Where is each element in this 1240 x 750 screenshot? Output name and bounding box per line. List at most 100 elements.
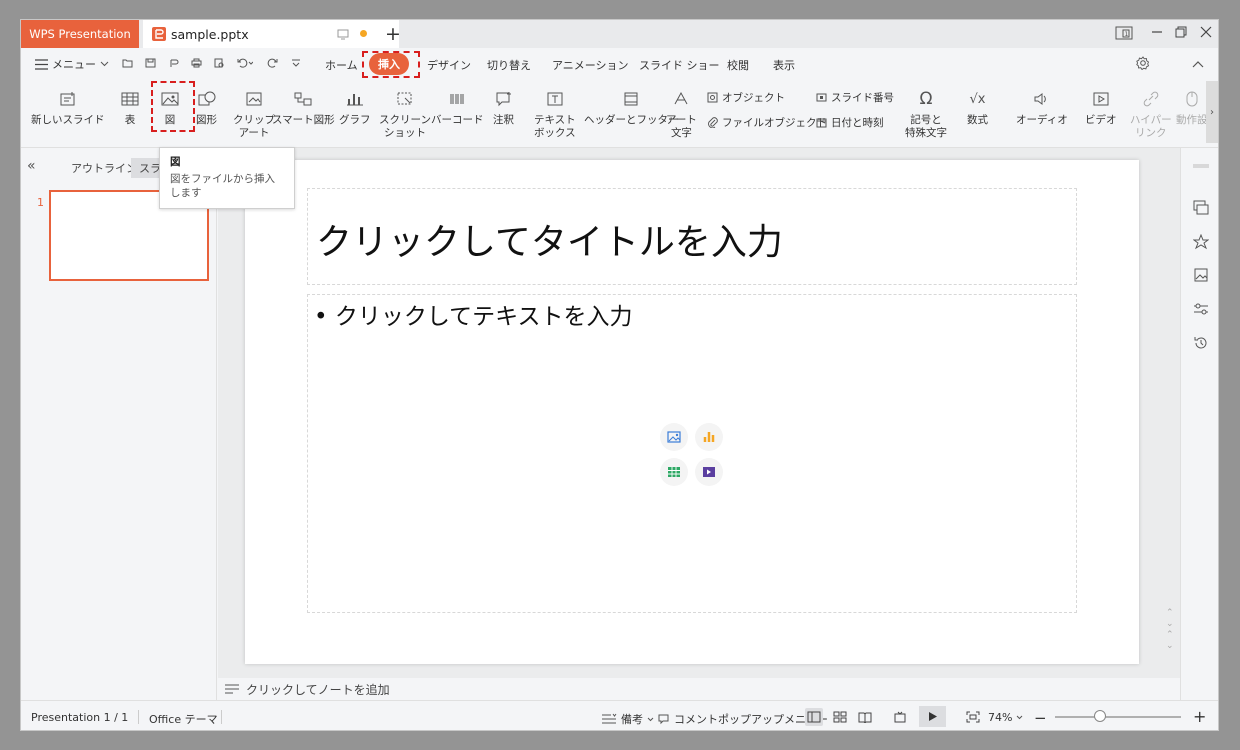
insert-chart-icon[interactable] xyxy=(695,423,723,451)
textbox-button[interactable]: テキスト ボックス xyxy=(534,88,576,140)
print-icon[interactable] xyxy=(191,58,202,71)
normal-view-icon[interactable] xyxy=(805,708,823,726)
clipart-button[interactable]: クリップ アート xyxy=(233,88,275,140)
presenter-tool-icon[interactable] xyxy=(891,708,909,726)
tooltip-body: 図をファイルから挿入します xyxy=(170,173,275,199)
table-button[interactable]: 表 xyxy=(121,88,139,127)
textbox-label-2: ボックス xyxy=(534,127,576,139)
tab-review[interactable]: 校閲 xyxy=(727,57,749,73)
open-icon[interactable] xyxy=(122,58,133,71)
art-text-label-1: アート xyxy=(666,114,697,126)
restore-icon[interactable] xyxy=(1175,26,1187,41)
symbol-button[interactable]: Ω 記号と 特殊文字 xyxy=(905,88,947,140)
slideshow-play-button[interactable] xyxy=(919,706,946,727)
tab-view[interactable]: 表示 xyxy=(773,57,795,73)
chart-button[interactable]: グラフ xyxy=(339,88,371,127)
presentation-status: Presentation 1 / 1 xyxy=(31,711,129,724)
zoom-out-button[interactable]: − xyxy=(1034,709,1047,727)
calendar-icon xyxy=(816,118,827,128)
video-button[interactable]: ビデオ xyxy=(1085,88,1117,127)
save-icon[interactable] xyxy=(145,58,156,71)
customize-toolbar-icon[interactable] xyxy=(291,58,301,71)
shape-button[interactable]: 図形 xyxy=(196,88,217,127)
hyperlink-button[interactable]: ハイパー リンク xyxy=(1130,88,1172,140)
minimize-icon[interactable] xyxy=(1151,26,1163,41)
reading-view-icon[interactable] xyxy=(856,708,874,726)
comment-popup-button[interactable]: コメントポップアップメニュー xyxy=(658,711,828,727)
svg-text:1: 1 xyxy=(1125,31,1129,38)
history-icon[interactable] xyxy=(1193,335,1209,354)
slide-transition-icon[interactable] xyxy=(1193,200,1209,219)
new-slide-label: 新しいスライド xyxy=(31,114,105,126)
zoom-in-button[interactable]: + xyxy=(1193,707,1206,726)
redo-icon[interactable] xyxy=(267,58,278,71)
textbox-label-1: テキスト xyxy=(534,114,576,126)
export-icon[interactable] xyxy=(169,58,180,71)
barcode-button[interactable]: バーコード xyxy=(431,88,484,127)
undo-icon[interactable] xyxy=(237,58,254,71)
notes-icon xyxy=(225,684,239,694)
tab-slideshow[interactable]: スライド ショー xyxy=(639,57,720,73)
app-tab[interactable]: WPS Presentation xyxy=(21,20,139,48)
slide-number-button[interactable]: スライド番号 xyxy=(816,90,894,105)
slide-canvas: クリックしてタイトルを入力 • クリックしてテキストを入力 ⌃ ⌄ ⌃ ⌄ xyxy=(218,148,1180,678)
document-tab[interactable]: sample.pptx xyxy=(143,20,399,48)
tab-home[interactable]: ホーム xyxy=(325,57,358,73)
ribbon-scroll-right-button[interactable]: › xyxy=(1206,81,1218,143)
tab-transitions[interactable]: 切り替え xyxy=(487,57,531,73)
zoom-slider-handle[interactable] xyxy=(1094,710,1106,722)
notes-area[interactable]: クリックしてノートを追加 xyxy=(218,678,1180,700)
mouse-icon xyxy=(1185,88,1199,110)
insert-picture-icon[interactable] xyxy=(660,423,688,451)
comment-popup-icon xyxy=(658,714,669,725)
new-slide-button[interactable]: 新しいスライド xyxy=(31,88,105,127)
theme-status[interactable]: Office テーマ xyxy=(149,711,218,727)
date-time-button[interactable]: 日付と時刻 xyxy=(816,115,884,130)
close-icon[interactable] xyxy=(1200,26,1212,41)
unsaved-indicator-icon xyxy=(360,30,367,37)
animation-star-icon[interactable] xyxy=(1192,233,1210,253)
new-tab-button[interactable]: + xyxy=(385,23,401,45)
art-text-label-2: 文字 xyxy=(670,127,692,139)
slide-nav-arrows[interactable]: ⌃ ⌄ ⌃ ⌄ xyxy=(1166,608,1174,652)
hyperlink-label-2: リンク xyxy=(1135,127,1167,139)
zoom-slider[interactable] xyxy=(1055,716,1181,718)
notes-toggle-button[interactable]: 備考 xyxy=(601,711,654,727)
monitor-icon[interactable] xyxy=(337,28,349,43)
object-button[interactable]: オブジェクト xyxy=(707,90,785,105)
header-footer-button[interactable]: ヘッダーとフッター xyxy=(584,88,679,127)
file-object-button[interactable]: ファイルオブジェクト xyxy=(707,115,827,130)
equation-button[interactable]: √x 数式 xyxy=(967,88,988,127)
action-button[interactable]: 動作設 xyxy=(1176,88,1208,127)
screenshot-button[interactable]: スクリーン ショット xyxy=(379,88,431,140)
page-count-icon[interactable]: 1 xyxy=(1115,25,1133,44)
print-preview-icon[interactable] xyxy=(214,58,225,71)
notes-placeholder: クリックしてノートを追加 xyxy=(246,682,390,697)
adjust-sliders-icon[interactable] xyxy=(1193,301,1209,320)
smart-shape-button[interactable]: スマート図形 xyxy=(272,88,335,127)
audio-button[interactable]: オーディオ xyxy=(1016,88,1068,127)
screenshot-label-2: ショット xyxy=(383,127,426,139)
hamburger-icon xyxy=(35,58,48,70)
smart-shape-label: スマート図形 xyxy=(272,114,335,126)
tab-outline[interactable]: アウトライン xyxy=(71,160,137,176)
collapse-panel-icon[interactable]: « xyxy=(27,158,36,174)
tab-animation[interactable]: アニメーション xyxy=(552,57,629,73)
clipart-label-1: クリップ xyxy=(233,114,275,126)
settings-gear-icon[interactable] xyxy=(1136,56,1150,73)
collapse-ribbon-icon[interactable] xyxy=(1192,58,1204,71)
slide-number-label: スライド番号 xyxy=(831,92,894,104)
main-menu-button[interactable]: メニュー xyxy=(35,56,109,72)
tab-design[interactable]: デザイン xyxy=(427,57,471,73)
comment-button[interactable]: 注釈 xyxy=(493,88,514,127)
fit-to-window-icon[interactable] xyxy=(964,708,982,726)
insert-video-icon[interactable] xyxy=(695,458,723,486)
zoom-level[interactable]: 74% xyxy=(988,711,1023,724)
slide-sorter-icon[interactable] xyxy=(831,708,849,726)
body-placeholder[interactable]: • クリックしてテキストを入力 xyxy=(307,294,1077,613)
insert-table-icon[interactable] xyxy=(660,458,688,486)
title-placeholder[interactable]: クリックしてタイトルを入力 xyxy=(307,188,1077,285)
image-library-icon[interactable] xyxy=(1193,267,1209,286)
art-text-button[interactable]: アート 文字 xyxy=(666,88,697,140)
picture-tooltip: 図 図をファイルから挿入します xyxy=(159,147,295,209)
